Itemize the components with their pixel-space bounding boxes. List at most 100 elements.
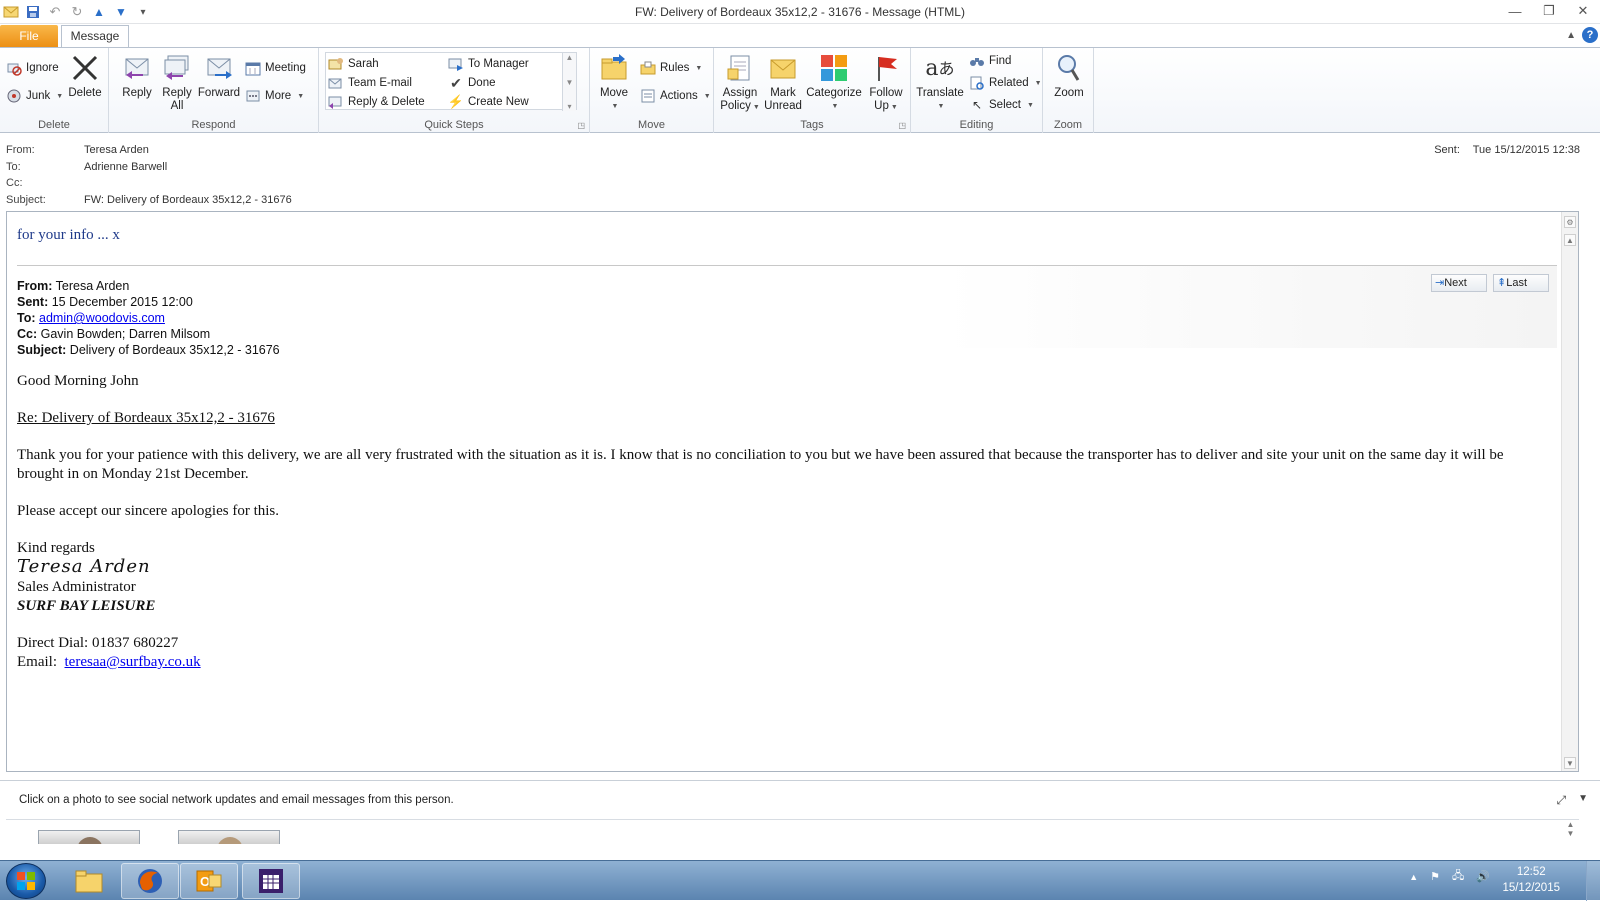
quick-step-create-new[interactable]: ⚡ Create New [448, 94, 529, 110]
volume-icon[interactable]: 🔊 [1476, 870, 1490, 883]
move-button[interactable]: Move ▼ [596, 52, 632, 113]
fwd-sent-label: Sent: [17, 295, 49, 309]
start-button[interactable] [6, 863, 46, 899]
show-desktop-button[interactable] [1586, 861, 1600, 901]
forward-button[interactable]: Forward [197, 52, 241, 100]
outlook-taskbar-button[interactable]: O [180, 863, 238, 899]
firefox-taskbar-button[interactable] [121, 863, 179, 899]
last-button[interactable]: ⇞Last [1493, 274, 1549, 292]
help-icon[interactable]: ? [1582, 27, 1598, 43]
find-button[interactable]: Find [969, 53, 1011, 69]
subject-row: Subject: FW: Delivery of Bordeaux 35x12,… [6, 194, 292, 206]
quick-step-to-manager[interactable]: To Manager [448, 56, 529, 72]
ignore-button[interactable]: Ignore [6, 60, 59, 76]
network-icon[interactable]: 🖧 [1452, 867, 1464, 886]
email-label: Email: [17, 654, 65, 670]
junk-icon [6, 88, 22, 104]
junk-button[interactable]: Junk ▼ [6, 88, 63, 104]
zoom-group: Zoom Zoom [1043, 48, 1094, 133]
scroll-up-icon[interactable]: ▲ [1564, 234, 1576, 246]
translate-button[interactable]: aあ Translate ▼ [915, 52, 965, 113]
restore-icon[interactable]: ❐ [1532, 0, 1566, 22]
contact-photo[interactable] [38, 830, 140, 844]
next-button[interactable]: ⇥Next [1431, 274, 1487, 292]
zoom-group-label: Zoom [1053, 119, 1083, 131]
fwd-to-label: To: [17, 311, 36, 325]
forward-label: Forward [197, 87, 241, 99]
delete-button[interactable]: Delete [66, 52, 104, 100]
categorize-button[interactable]: Categorize ▼ [806, 52, 862, 113]
quick-step-reply-delete[interactable]: Reply & Delete [328, 94, 425, 110]
meeting-label: Meeting [265, 62, 306, 74]
ignore-icon [6, 60, 22, 76]
people-pane: Click on a photo to see social network u… [0, 780, 1600, 844]
respond-group: Reply Reply All Forward Meeting More ▼ Re… [109, 48, 319, 133]
close-icon[interactable]: ✕ [1566, 0, 1600, 22]
flag-icon [870, 52, 902, 84]
show-hidden-icons-icon[interactable]: ▲ [1409, 872, 1418, 882]
clock[interactable]: 12:52 15/12/2015 [1502, 864, 1560, 896]
pane-options-icon[interactable]: ⚙ [1564, 216, 1576, 228]
sent-label: Sent: [1434, 144, 1460, 156]
signature: Teresa Arden [17, 556, 151, 577]
actions-button[interactable]: Actions ▼ [640, 88, 711, 104]
tab-message[interactable]: Message [61, 25, 129, 48]
person-mail-icon [328, 56, 344, 72]
body-scrollbar[interactable]: ⚙ ▲ ▼ [1561, 212, 1578, 771]
forward-mail-icon [448, 56, 464, 72]
rules-button[interactable]: Rules ▼ [640, 60, 702, 76]
action-center-flag-icon[interactable]: ⚑ [1430, 870, 1440, 883]
people-pane-divider [6, 819, 1579, 820]
zoom-button[interactable]: Zoom [1049, 52, 1089, 100]
minimize-icon[interactable]: — [1498, 0, 1532, 22]
people-pane-scrollbar[interactable]: ▲ ▼ [1562, 820, 1579, 843]
reply-all-button[interactable]: Reply All [157, 52, 197, 113]
assign-policy-label-2: Policy [720, 100, 751, 112]
expand-gallery-icon[interactable]: ▾ [567, 102, 571, 111]
app-taskbar-button[interactable] [242, 863, 300, 899]
message-body[interactable]: for your info ... x From: Teresa Arden S… [6, 211, 1579, 772]
contact-photo[interactable] [178, 830, 280, 844]
magnifier-icon [1053, 52, 1085, 84]
email-link[interactable]: teresaa@surfbay.co.uk [65, 654, 201, 670]
related-button[interactable]: Related ▼ [969, 75, 1042, 91]
reply-all-icon [161, 52, 193, 84]
scroll-down-icon[interactable]: ▼ [566, 78, 574, 87]
title-bar: ↶ ↻ ▲ ▼ ▾ FW: Delivery of Bordeaux 35x12… [0, 0, 1600, 24]
minimize-ribbon-icon[interactable]: ▲ [1566, 30, 1576, 41]
recipient-name[interactable]: Adrienne Barwell [84, 161, 167, 173]
fwd-to-link[interactable]: admin@woodovis.com [39, 311, 165, 325]
quick-step-team-email[interactable]: Team E-mail [328, 75, 412, 91]
quick-step-sarah[interactable]: Sarah [328, 56, 379, 72]
translate-label: Translate [916, 87, 964, 99]
expand-icon[interactable]: ⤢ [1556, 793, 1566, 808]
quick-step-done[interactable]: ✔ Done [448, 74, 496, 91]
follow-up-button[interactable]: Follow Up ▼ [866, 52, 906, 114]
last-arrow-icon: ⇞ [1497, 277, 1507, 289]
scroll-up-icon[interactable]: ▲ [566, 53, 574, 62]
fwd-from-value: Teresa Arden [52, 279, 130, 293]
assign-policy-button[interactable]: Assign Policy ▼ [720, 52, 760, 114]
reply-button[interactable]: Reply [117, 52, 157, 100]
fwd-subject-value: Delivery of Bordeaux 35x12,2 - 31676 [66, 343, 280, 357]
checkmark-icon: ✔ [450, 74, 462, 91]
collapse-chevron-icon[interactable]: ▼ [1578, 793, 1588, 808]
scroll-down-icon[interactable]: ▼ [1562, 829, 1579, 838]
more-respond-button[interactable]: More ▼ [245, 88, 304, 104]
quick-steps-group: Sarah To Manager Team E-mail ✔ Done Repl… [319, 48, 590, 133]
ribbon: Ignore Junk ▼ Delete Delete Reply Reply A… [0, 47, 1600, 133]
scroll-up-icon[interactable]: ▲ [1562, 820, 1579, 829]
scroll-down-icon[interactable]: ▼ [1564, 757, 1576, 769]
tab-file[interactable]: File [0, 25, 58, 47]
sender-name[interactable]: Teresa Arden [84, 144, 149, 156]
mark-unread-button[interactable]: Mark Unread [762, 52, 804, 113]
select-button[interactable]: ↖ Select ▼ [969, 97, 1034, 113]
editing-group: aあ Translate ▼ Find Related ▼ ↖ Select ▼ E… [911, 48, 1043, 133]
explorer-taskbar-button[interactable] [60, 863, 118, 899]
system-tray: ▲ ⚑ 🖧 🔊 [1409, 867, 1490, 886]
dialog-launcher-icon[interactable]: ◳ [577, 121, 585, 130]
meeting-button[interactable]: Meeting [245, 60, 306, 76]
dialog-launcher-icon[interactable]: ◳ [898, 121, 906, 130]
quick-step-label: Done [468, 77, 496, 89]
quick-steps-scroll[interactable]: ▲ ▼ ▾ [562, 53, 576, 111]
